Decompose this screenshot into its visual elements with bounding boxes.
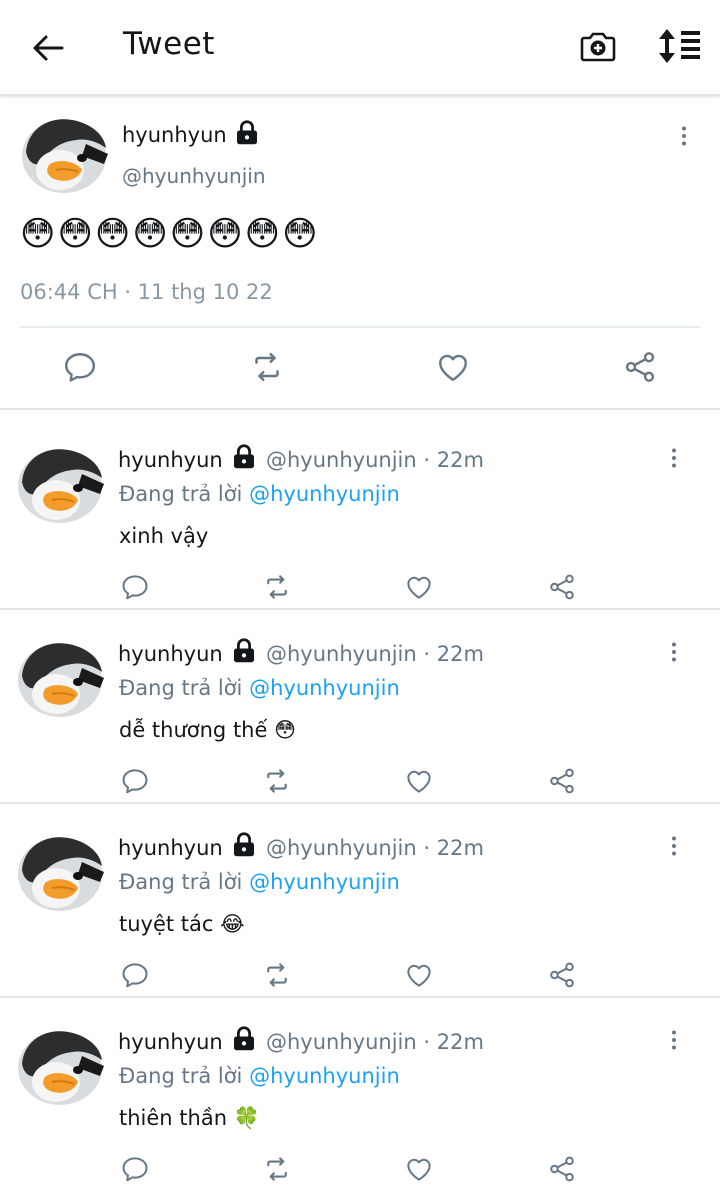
reply-tweet[interactable]: hyunhyun @hyunhyunjin · 22m Đang trả lời… bbox=[0, 610, 720, 804]
tweet-timestamp: 06:44 CH · 11 thg 10 22 bbox=[20, 280, 273, 304]
reply-icon[interactable] bbox=[120, 1154, 150, 1184]
display-name[interactable]: hyunhyun bbox=[118, 642, 223, 666]
user-handle[interactable]: @hyunhyunjin bbox=[266, 1030, 417, 1054]
user-handle[interactable]: @hyunhyunjin bbox=[266, 836, 417, 860]
reply-tweet[interactable]: hyunhyun @hyunhyunjin · 22m Đang trả lời… bbox=[0, 416, 720, 610]
reply-text: thiên thần 🍀 bbox=[119, 1106, 260, 1130]
share-icon[interactable] bbox=[547, 1154, 577, 1184]
replying-prefix: Đang trả lời bbox=[119, 482, 243, 506]
mention-link[interactable]: @hyunhyunjin bbox=[249, 870, 400, 894]
lock-icon bbox=[229, 442, 259, 472]
mention-link[interactable]: @hyunhyunjin bbox=[249, 676, 400, 700]
mention-link[interactable]: @hyunhyunjin bbox=[249, 482, 400, 506]
replying-prefix: Đang trả lời bbox=[119, 870, 243, 894]
back-arrow-icon[interactable] bbox=[28, 28, 68, 68]
more-vertical-icon[interactable] bbox=[662, 446, 686, 470]
reply-time: · 22m bbox=[423, 642, 484, 666]
handle-and-time: @hyunhyunjin · 22m bbox=[266, 448, 484, 472]
avatar[interactable] bbox=[16, 638, 104, 718]
reply-text: dễ thương thế 😳 bbox=[119, 718, 296, 742]
reply-text: tuyệt tác 😂 bbox=[119, 912, 245, 936]
display-name[interactable]: hyunhyun bbox=[118, 1030, 223, 1054]
page-title: Tweet bbox=[123, 26, 215, 62]
more-vertical-icon[interactable] bbox=[662, 1028, 686, 1052]
avatar[interactable] bbox=[16, 832, 104, 912]
replying-prefix: Đang trả lời bbox=[119, 676, 243, 700]
reply-icon[interactable] bbox=[120, 960, 150, 990]
reply-time: · 22m bbox=[423, 448, 484, 472]
replying-to: Đang trả lời @hyunhyunjin bbox=[119, 1064, 400, 1088]
replying-to: Đang trả lời @hyunhyunjin bbox=[119, 676, 400, 700]
display-name[interactable]: hyunhyun bbox=[122, 123, 227, 147]
tweet-text: 😳😳😳😳😳😳😳😳 bbox=[20, 214, 320, 254]
reply-tweet[interactable]: hyunhyun @hyunhyunjin · 22m Đang trả lời… bbox=[0, 804, 720, 998]
retweet-icon[interactable] bbox=[262, 766, 292, 796]
more-vertical-icon[interactable] bbox=[662, 640, 686, 664]
mention-link[interactable]: @hyunhyunjin bbox=[249, 1064, 400, 1088]
handle-and-time: @hyunhyunjin · 22m bbox=[266, 1030, 484, 1054]
reply-tweet[interactable]: hyunhyun @hyunhyunjin · 22m Đang trả lời… bbox=[0, 998, 720, 1192]
replying-prefix: Đang trả lời bbox=[119, 1064, 243, 1088]
more-vertical-icon[interactable] bbox=[672, 124, 696, 148]
handle-and-time: @hyunhyunjin · 22m bbox=[266, 836, 484, 860]
user-handle[interactable]: @hyunhyunjin bbox=[266, 642, 417, 666]
avatar[interactable] bbox=[16, 1026, 104, 1106]
avatar[interactable] bbox=[16, 444, 104, 524]
like-icon[interactable] bbox=[404, 960, 434, 990]
share-icon[interactable] bbox=[547, 766, 577, 796]
user-handle[interactable]: @hyunhyunjin bbox=[266, 448, 417, 472]
display-name[interactable]: hyunhyun bbox=[118, 836, 223, 860]
retweet-icon[interactable] bbox=[262, 572, 292, 602]
like-icon[interactable] bbox=[435, 349, 471, 385]
share-icon[interactable] bbox=[547, 960, 577, 990]
more-vertical-icon[interactable] bbox=[662, 834, 686, 858]
reply-icon[interactable] bbox=[120, 572, 150, 602]
reply-icon[interactable] bbox=[120, 766, 150, 796]
lock-icon bbox=[229, 636, 259, 666]
retweet-icon[interactable] bbox=[262, 1154, 292, 1184]
reply-text: xinh vậy bbox=[119, 524, 209, 548]
retweet-icon[interactable] bbox=[262, 960, 292, 990]
lock-icon bbox=[229, 1024, 259, 1054]
retweet-icon[interactable] bbox=[249, 349, 285, 385]
reply-time: · 22m bbox=[423, 836, 484, 860]
divider bbox=[20, 326, 700, 328]
sort-icon[interactable] bbox=[656, 26, 702, 66]
reply-time: · 22m bbox=[423, 1030, 484, 1054]
like-icon[interactable] bbox=[404, 766, 434, 796]
share-icon[interactable] bbox=[622, 349, 658, 385]
replying-to: Đang trả lời @hyunhyunjin bbox=[119, 870, 400, 894]
main-tweet: hyunhyun @hyunhyunjin 😳😳😳😳😳😳😳😳 06:44 CH … bbox=[0, 96, 720, 410]
divider bbox=[0, 408, 720, 410]
lock-icon bbox=[229, 830, 259, 860]
like-icon[interactable] bbox=[404, 572, 434, 602]
reply-icon[interactable] bbox=[62, 349, 98, 385]
lock-icon bbox=[232, 118, 262, 148]
replying-to: Đang trả lời @hyunhyunjin bbox=[119, 482, 400, 506]
display-name[interactable]: hyunhyun bbox=[118, 448, 223, 472]
user-handle[interactable]: @hyunhyunjin bbox=[122, 164, 266, 188]
avatar[interactable] bbox=[20, 114, 108, 194]
like-icon[interactable] bbox=[404, 1154, 434, 1184]
handle-and-time: @hyunhyunjin · 22m bbox=[266, 642, 484, 666]
share-icon[interactable] bbox=[547, 572, 577, 602]
top-app-bar: Tweet bbox=[0, 0, 720, 96]
camera-icon[interactable] bbox=[578, 26, 618, 66]
